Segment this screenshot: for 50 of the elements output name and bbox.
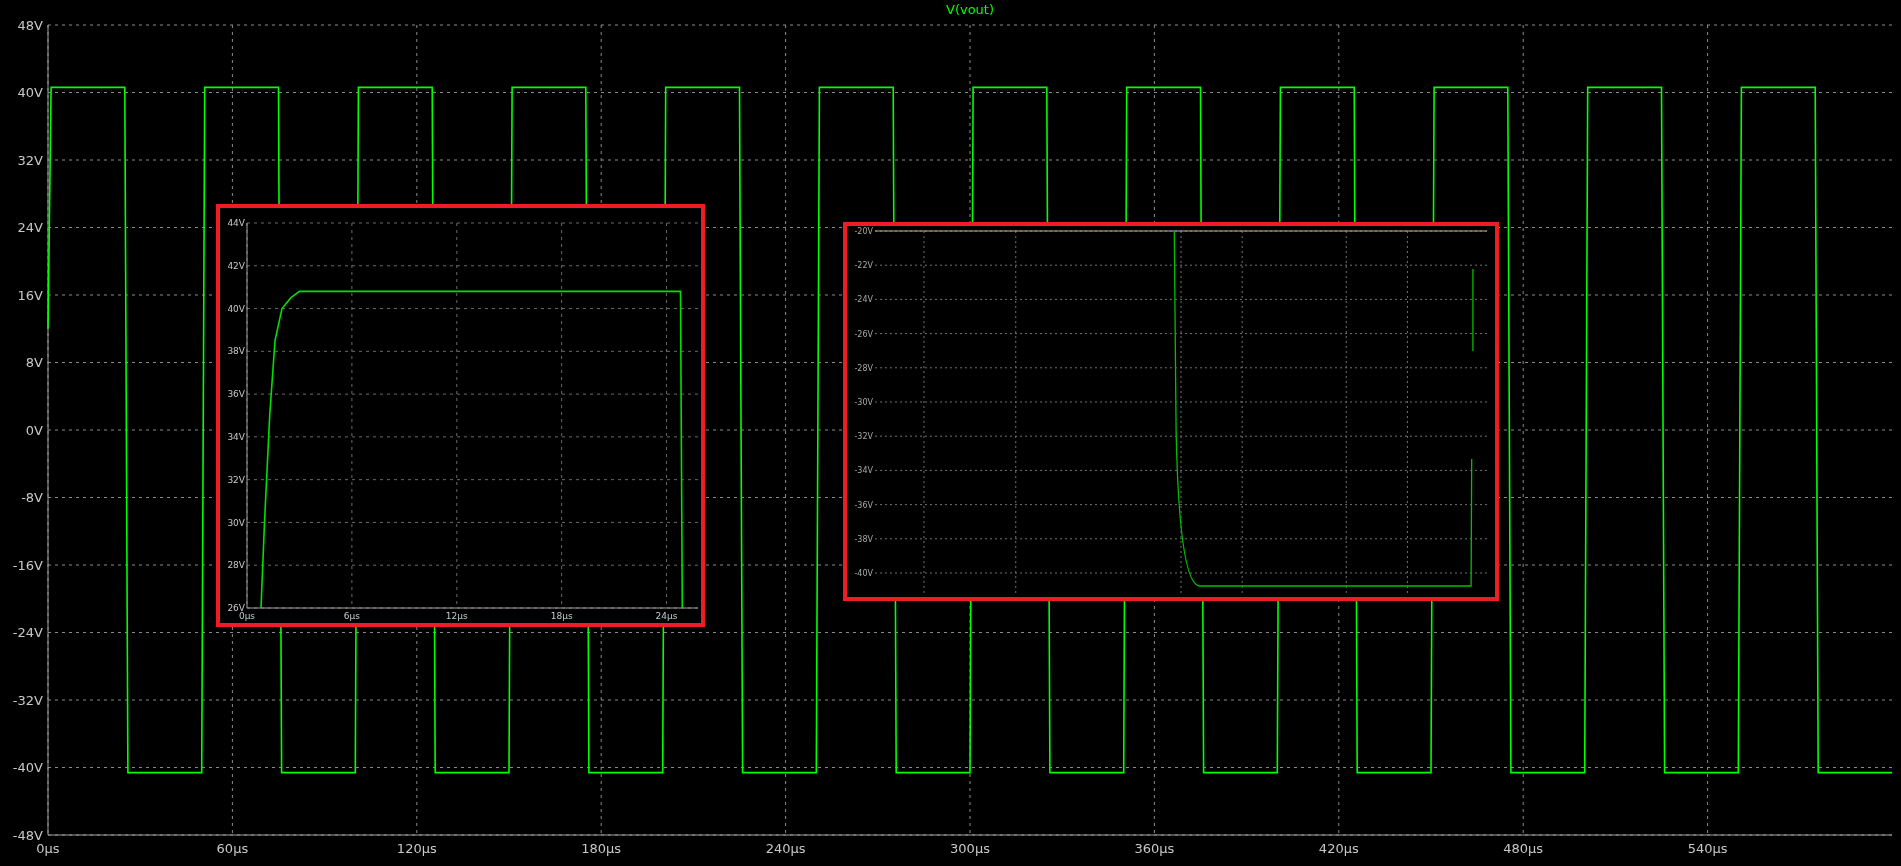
- axis-tick-label: -32V: [854, 432, 873, 442]
- axis-tick-label: -24V: [12, 625, 43, 641]
- trace-legend: V(vout): [946, 2, 994, 17]
- axis-tick-label: 8V: [25, 355, 43, 371]
- axis-tick-label: 180µs: [581, 841, 622, 856]
- axis-tick-label: 0V: [25, 422, 43, 438]
- axis-tick-label: 36V: [227, 389, 245, 400]
- axis-tick-label: 48V: [17, 17, 43, 33]
- axis-tick-label: 360µs: [1134, 841, 1175, 856]
- axis-tick-label: 26V: [227, 603, 245, 614]
- axis-tick-label: -22V: [854, 261, 873, 271]
- axis-tick-label: 34V: [227, 432, 245, 443]
- axis-tick-label: 420µs: [1318, 841, 1359, 856]
- axis-tick-label: -26V: [854, 329, 873, 339]
- axis-tick-label: 40V: [17, 85, 43, 101]
- axis-tick-label: -24V: [854, 295, 873, 305]
- axis-tick-label: 6µs: [343, 611, 360, 621]
- axis-tick-label: -40V: [854, 569, 873, 578]
- axis-tick-label: 120µs: [396, 841, 437, 856]
- axis-tick-label: 12µs: [445, 611, 468, 621]
- axis-tick-label: -20V: [854, 227, 873, 236]
- axis-tick-label: 300µs: [950, 841, 990, 856]
- axis-tick-label: 30V: [227, 517, 245, 528]
- axis-tick-label: 24V: [17, 220, 43, 236]
- axis-tick-label: 28V: [227, 560, 245, 571]
- axis-tick-label: 540µs: [1687, 841, 1728, 856]
- axis-tick-label: 40V: [227, 303, 245, 314]
- axis-tick-label: -34V: [854, 466, 873, 476]
- axis-tick-label: 38V: [227, 346, 245, 357]
- axis-tick-label: -28V: [854, 363, 873, 373]
- axis-tick-label: 240µs: [765, 841, 806, 856]
- axis-tick-label: 480µs: [1503, 841, 1544, 856]
- axis-tick-label: 24µs: [655, 611, 678, 621]
- axis-tick-label: 60µs: [216, 841, 249, 856]
- axis-tick-label: -16V: [12, 557, 43, 573]
- axis-tick-label: 32V: [227, 474, 245, 485]
- axis-tick-label: 44V: [227, 218, 245, 229]
- axis-tick-label: 0µs: [238, 611, 256, 621]
- axis-tick-label: 32V: [17, 152, 43, 168]
- axis-tick-label: -38V: [854, 534, 873, 544]
- axis-tick-label: 18µs: [550, 611, 573, 621]
- axis-tick-label: -32V: [12, 692, 43, 708]
- axis-tick-label: 42V: [227, 260, 245, 271]
- axis-tick-label: -40V: [12, 760, 43, 776]
- axis-tick-label: 0µs: [36, 841, 60, 856]
- axis-tick-label: -48V: [12, 827, 43, 843]
- axis-tick-label: 16V: [17, 287, 43, 303]
- axis-tick-label: -8V: [21, 490, 43, 506]
- axis-tick-label: -36V: [854, 500, 873, 510]
- axis-tick-label: -30V: [854, 398, 873, 407]
